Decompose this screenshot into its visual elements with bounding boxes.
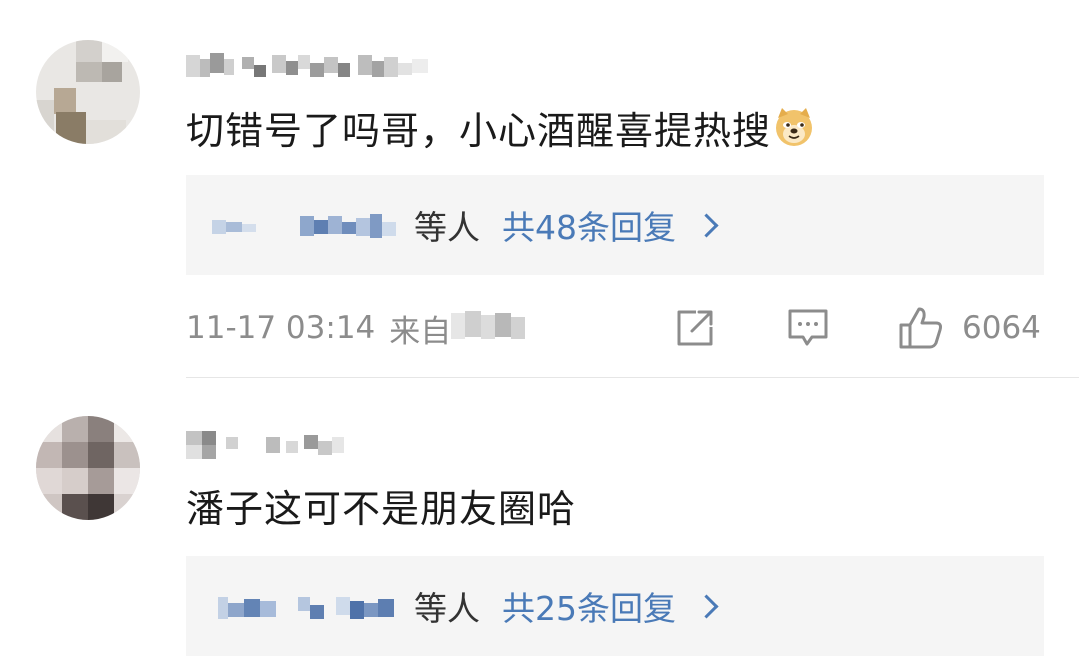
avatar-image (36, 40, 140, 144)
view-replies-link[interactable]: 共25条回复 (502, 582, 719, 630)
blurred-username (186, 427, 356, 459)
comment-icon (788, 309, 828, 346)
blurred-reply-names (212, 214, 396, 238)
comment-text: 切错号了吗哥，小心酒醒喜提热搜 (186, 102, 815, 153)
view-replies-link[interactable]: 共48条回复 (502, 201, 719, 249)
share-button[interactable] (674, 307, 716, 349)
comment-meta: 11-17 03:14 来自 6064 (186, 303, 1046, 353)
username[interactable] (186, 42, 442, 77)
chevron-right-icon (694, 212, 719, 238)
reply-count-label: 共48条回复 (502, 208, 676, 247)
comment-item: 切错号了吗哥，小心酒醒喜提热搜 等人 共48条回复 11-17 03:14 来自… (0, 0, 1079, 380)
like-count: 6064 (962, 310, 1041, 346)
avatar[interactable] (36, 416, 140, 520)
blurred-reply-names (218, 597, 394, 619)
reply-count-label: 共25条回复 (502, 589, 676, 628)
chevron-right-icon (694, 593, 719, 619)
like-button[interactable]: 6064 (898, 305, 1041, 351)
avatar[interactable] (36, 40, 140, 144)
username[interactable] (186, 420, 362, 459)
reply-preview[interactable]: 等人 共25条回复 (186, 556, 1044, 656)
blurred-username (186, 49, 436, 77)
source-label: 来自 (389, 313, 452, 350)
comment-text: 潘子这可不是朋友圈哈 (186, 480, 577, 531)
blurred-source-device (451, 309, 527, 347)
comment-text-body: 切错号了吗哥，小心酒醒喜提热搜 (186, 108, 772, 153)
thumbs-up-icon (899, 307, 942, 349)
timestamp: 11-17 03:14 (186, 310, 376, 346)
reply-user-names: 等人 (212, 582, 480, 630)
reply-preview[interactable]: 等人 共48条回复 (186, 175, 1044, 275)
reply-user-names: 等人 (212, 201, 480, 249)
divider (186, 377, 1079, 378)
reply-suffix-text: 等人 (414, 208, 480, 247)
comment-text-body: 潘子这可不是朋友圈哈 (186, 486, 577, 531)
comment-button[interactable] (786, 306, 830, 350)
reply-suffix-text: 等人 (414, 589, 480, 628)
doge-emoji-icon (773, 106, 815, 148)
avatar-image (36, 416, 140, 520)
share-icon (677, 310, 713, 346)
comment-item: 潘子这可不是朋友圈哈 等人 共25条回复 (0, 380, 1079, 656)
